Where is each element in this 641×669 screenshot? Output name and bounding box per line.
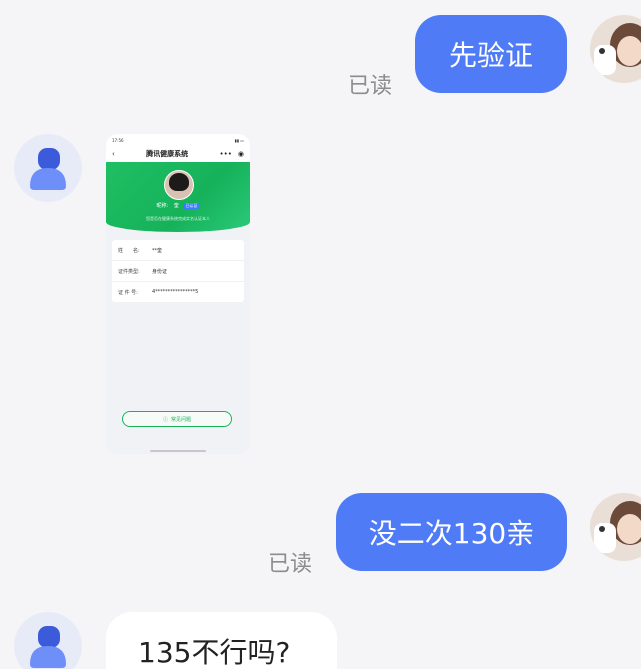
- read-receipt: 已读: [348, 74, 393, 99]
- row-value: 身份证: [152, 268, 168, 275]
- nickname-value: 奎: [173, 203, 179, 209]
- help-icon: ⓘ: [162, 416, 168, 423]
- image-message-screenshot[interactable]: 17:56 ▮▮ ▭ ‹ 腾讯健康系统 ••• ◉ 昵称: 奎 已认证 您是否在…: [106, 134, 250, 454]
- info-row: 证件类型: 身份证: [112, 261, 244, 282]
- target-icon: ◉: [237, 150, 244, 158]
- my-avatar[interactable]: [590, 15, 641, 83]
- more-icon: •••: [219, 150, 232, 158]
- status-time: 17:56: [112, 137, 124, 143]
- contact-avatar[interactable]: [14, 134, 82, 202]
- faq-button: ⓘ 常见问题: [122, 411, 232, 427]
- profile-header: 昵称: 奎 已认证 您是否在健康系统完成实名认证本人: [106, 162, 250, 232]
- row-label: 证 件 号:: [118, 289, 138, 296]
- screenshot-status-bar: 17:56 ▮▮ ▭: [106, 134, 250, 146]
- row-label: 姓 名:: [118, 247, 140, 254]
- home-indicator: [150, 450, 206, 452]
- nickname-label: 昵称:: [156, 203, 169, 209]
- faq-label: 常见问题: [171, 416, 192, 423]
- row-label: 证件类型:: [118, 268, 140, 275]
- row-value: 4****************5: [152, 289, 199, 295]
- avatar-photo-icon: [590, 493, 641, 561]
- status-icons: ▮▮ ▭: [234, 137, 244, 143]
- my-avatar[interactable]: [590, 493, 641, 561]
- message-bubble-sent[interactable]: 没二次130亲: [336, 493, 567, 571]
- chat-thread: 已读 先验证 17:56 ▮▮ ▭ ‹ 腾讯健康系统 ••• ◉ 昵称: 奎 已…: [0, 0, 641, 669]
- verified-badge: 已认证: [183, 203, 200, 209]
- default-user-icon: [30, 148, 66, 190]
- profile-photo: [164, 170, 194, 200]
- screenshot-nav-bar: ‹ 腾讯健康系统 ••• ◉: [106, 146, 250, 162]
- nickname-line: 昵称: 奎 已认证: [106, 202, 250, 209]
- contact-avatar[interactable]: [14, 612, 82, 669]
- identity-card: 姓 名: **奎 证件类型: 身份证 证 件 号: 4*************…: [112, 240, 244, 302]
- info-row: 姓 名: **奎: [112, 240, 244, 261]
- message-bubble-received[interactable]: 135不行吗?: [106, 612, 337, 669]
- avatar-photo-icon: [590, 15, 641, 83]
- message-bubble-sent[interactable]: 先验证: [415, 15, 567, 93]
- info-row: 证 件 号: 4****************5: [112, 282, 244, 302]
- screenshot-title: 腾讯健康系统: [146, 150, 189, 158]
- row-value: **奎: [152, 247, 163, 254]
- hint-text: 您是否在健康系统完成实名认证本人: [146, 216, 210, 221]
- read-receipt: 已读: [268, 552, 313, 577]
- default-user-icon: [30, 626, 66, 668]
